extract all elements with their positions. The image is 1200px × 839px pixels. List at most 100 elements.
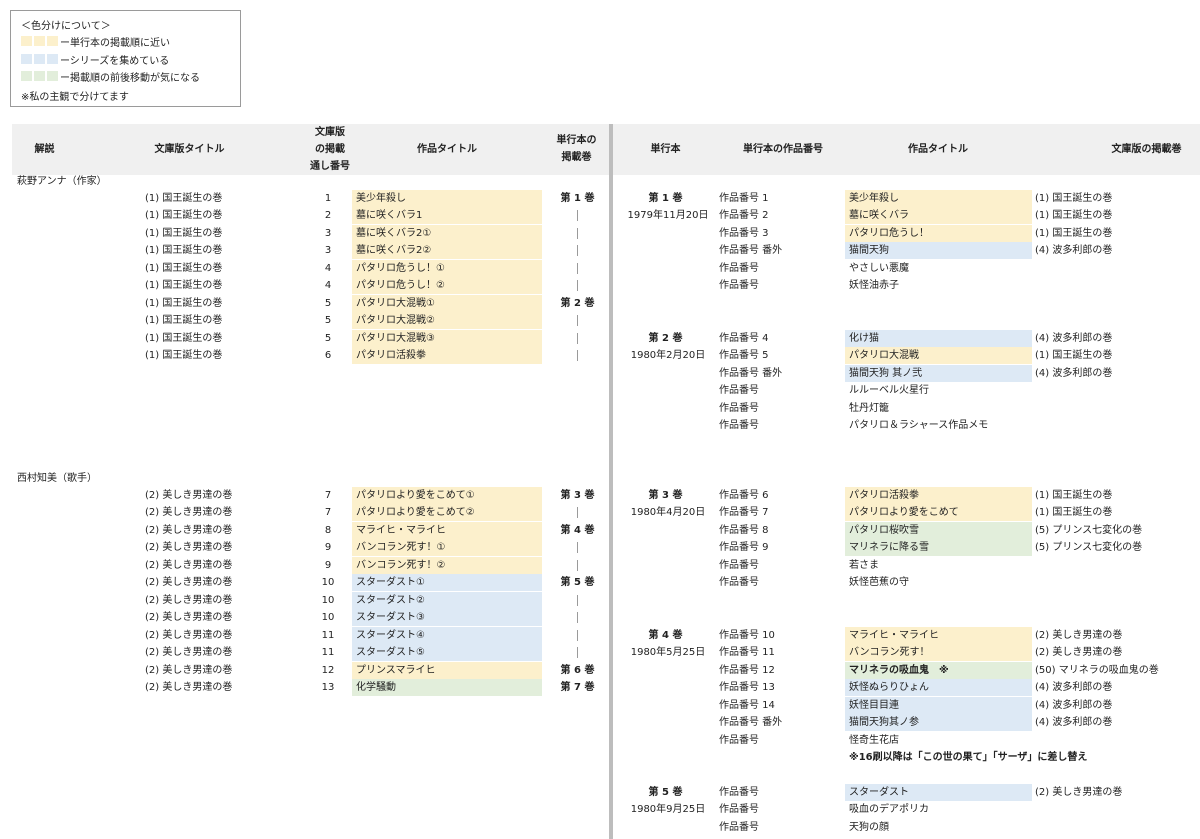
work-number-cell: 作品番号 xyxy=(719,402,759,414)
bunko-title-cell: (1) 国王誕生の巻 xyxy=(145,332,223,344)
legend-item-yellow: ー単行本の掲載順に近い xyxy=(21,34,170,49)
continuation-line xyxy=(577,612,578,624)
bunko-title-cell: (2) 美しき男達の巻 xyxy=(145,542,233,554)
work-number-cell: 作品番号 xyxy=(719,787,759,798)
work-title-cell: マリネラの吸血鬼 ※ xyxy=(845,661,1032,679)
serial-number-cell: 7 xyxy=(324,507,332,519)
bunko-volume-cell: (1) 国王誕生の巻 xyxy=(1035,210,1113,222)
bunko-title-cell: (1) 国王誕生の巻 xyxy=(145,280,223,292)
work-title-cell: 美少年殺し xyxy=(845,190,1032,207)
bunko-title-cell: (1) 国王誕生の巻 xyxy=(145,315,223,327)
header-bunko-volume: 文庫版の掲載巻 xyxy=(1111,144,1182,155)
header-work-title: 作品タイトル xyxy=(417,144,477,155)
bunko-title-cell: (2) 美しき男達の巻 xyxy=(145,559,233,571)
volume-cell: 第 2 巻 xyxy=(560,297,595,309)
legend-label: ーシリーズを集めている xyxy=(60,55,170,67)
publish-date: 1980年2月20日 xyxy=(630,350,706,362)
work-number-cell: 作品番号 xyxy=(719,734,759,746)
work-number-cell: 作品番号 xyxy=(719,420,759,432)
work-title-cell: バンコラン死す！ xyxy=(845,644,1032,662)
legend-item-green: ー掲載順の前後移動が気になる xyxy=(21,69,200,84)
left-header-row: 解説 文庫版タイトル 文庫版 の掲載 通し番号 作品タイトル 単行本の 掲載巻 xyxy=(12,124,609,175)
bunko-title-cell: (2) 美しき男達の巻 xyxy=(145,664,233,676)
work-number-cell: 作品番号 5 xyxy=(719,350,769,362)
work-number-cell: 作品番号 1 xyxy=(719,193,769,204)
work-number-cell: 作品番号 xyxy=(719,577,759,589)
work-title-cell: 若さま xyxy=(849,559,879,571)
bunko-volume-cell: (1) 国王誕生の巻 xyxy=(1035,350,1113,362)
work-title-cell: スターダスト⑤ xyxy=(352,644,542,662)
work-title-cell: 墓に咲くバラ xyxy=(845,207,1032,225)
work-title-cell: 猫間天狗 其ノ弐 xyxy=(845,364,1032,382)
work-title-cell: やさしい悪魔 xyxy=(849,262,909,274)
right-header-row: 単行本 単行本の作品番号 作品タイトル 文庫版の掲載巻 xyxy=(613,124,1200,175)
work-title-cell: 墓に咲くバラ2① xyxy=(352,224,542,242)
work-number-cell: 作品番号 xyxy=(719,280,759,292)
serial-number-cell: 4 xyxy=(324,262,332,274)
work-number-cell: 作品番号 xyxy=(719,804,759,816)
commentary-label: 西村知美（歌手） xyxy=(17,473,97,484)
work-title-cell: 墓に咲くバラ1 xyxy=(352,207,542,225)
work-title-cell: パタリロより愛をこめて② xyxy=(352,504,542,522)
work-title-cell: パタリロ大混戦 xyxy=(845,347,1032,365)
footnote: ※16刷以降は「この世の果て」「サーザ」に差し替え xyxy=(849,752,1088,764)
work-title-cell: プリンスマライヒ xyxy=(352,661,542,679)
bunko-volume-cell: (4) 波多利郎の巻 xyxy=(1035,682,1113,694)
work-number-cell: 作品番号 番外 xyxy=(719,367,783,379)
work-title-cell: パタリロ大混戦① xyxy=(352,294,542,312)
work-title-cell: 牡丹灯籠 xyxy=(849,402,889,414)
header-work-number: 単行本の作品番号 xyxy=(743,144,823,155)
volume-label: 第 1 巻 xyxy=(648,193,683,204)
work-number-cell: 作品番号 11 xyxy=(719,647,775,659)
legend-item-blue: ーシリーズを集めている xyxy=(21,52,170,67)
serial-number-cell: 3 xyxy=(324,227,332,239)
serial-number-cell: 1 xyxy=(324,193,332,204)
serial-number-cell: 6 xyxy=(324,350,332,362)
header-bunko-title: 文庫版タイトル xyxy=(154,144,225,155)
legend-note: ※私の主観で分けてます xyxy=(21,92,129,103)
work-title-cell: パタリロ危うし！ xyxy=(845,224,1032,242)
serial-number-cell: 5 xyxy=(324,297,332,309)
work-title-cell: パタリロ活殺拳 xyxy=(845,487,1032,504)
continuation-line xyxy=(577,280,578,292)
bunko-volume-cell: (4) 波多利郎の巻 xyxy=(1035,699,1113,711)
work-title-cell: パタリロ危うし！② xyxy=(352,277,542,295)
bunko-volume-cell: (5) プリンス七変化の巻 xyxy=(1035,542,1143,554)
work-title-cell: マリネラに降る雪 xyxy=(845,539,1032,557)
work-title-cell: 猫間天狗 xyxy=(845,242,1032,260)
work-title-cell: 化け猫 xyxy=(845,330,1032,347)
bunko-title-cell: (2) 美しき男達の巻 xyxy=(145,647,233,659)
legend-swatch-blue xyxy=(21,54,60,64)
serial-number-cell: 5 xyxy=(324,332,332,344)
serial-number-cell: 10 xyxy=(321,594,335,606)
work-title-cell: パタリロより愛をこめて xyxy=(845,504,1032,522)
work-title-cell: パタリロ大混戦③ xyxy=(352,329,542,347)
bunko-title-cell: (2) 美しき男達の巻 xyxy=(145,681,233,693)
work-number-cell: 作品番号 8 xyxy=(719,524,769,536)
work-number-cell: 作品番号 10 xyxy=(719,630,775,641)
work-title-cell: 妖怪ぬらりひょん xyxy=(845,679,1032,697)
work-title-cell: スターダスト③ xyxy=(352,609,542,627)
continuation-line xyxy=(577,315,578,327)
serial-number-cell: 11 xyxy=(321,629,335,641)
continuation-line xyxy=(577,507,578,519)
bunko-volume-cell: (4) 波多利郎の巻 xyxy=(1035,367,1113,379)
work-title-cell: バンコラン死す！① xyxy=(352,539,542,557)
publish-date: 1980年5月25日 xyxy=(630,647,706,659)
bunko-title-cell: (1) 国王誕生の巻 xyxy=(145,210,223,222)
work-title-cell: 妖怪芭蕉の守 xyxy=(849,577,909,589)
work-number-cell: 作品番号 13 xyxy=(719,682,775,694)
bunko-volume-cell: (1) 国王誕生の巻 xyxy=(1035,490,1113,501)
work-number-cell: 作品番号 番外 xyxy=(719,717,783,729)
work-title-cell: 吸血のデアポリカ xyxy=(849,804,929,816)
publish-date: 1980年4月20日 xyxy=(630,507,706,519)
header-volume-2: 掲載巻 xyxy=(561,152,592,163)
header-work-title-right: 作品タイトル xyxy=(908,144,968,155)
volume-label: 第 2 巻 xyxy=(648,333,683,344)
bunko-title-cell: (2) 美しき男達の巻 xyxy=(145,507,233,519)
continuation-line xyxy=(577,647,578,659)
bunko-volume-cell: (1) 国王誕生の巻 xyxy=(1035,227,1113,239)
serial-number-cell: 7 xyxy=(324,490,332,501)
header-volume: 単行本 xyxy=(650,144,681,155)
header-number-2: の掲載 xyxy=(315,144,345,155)
